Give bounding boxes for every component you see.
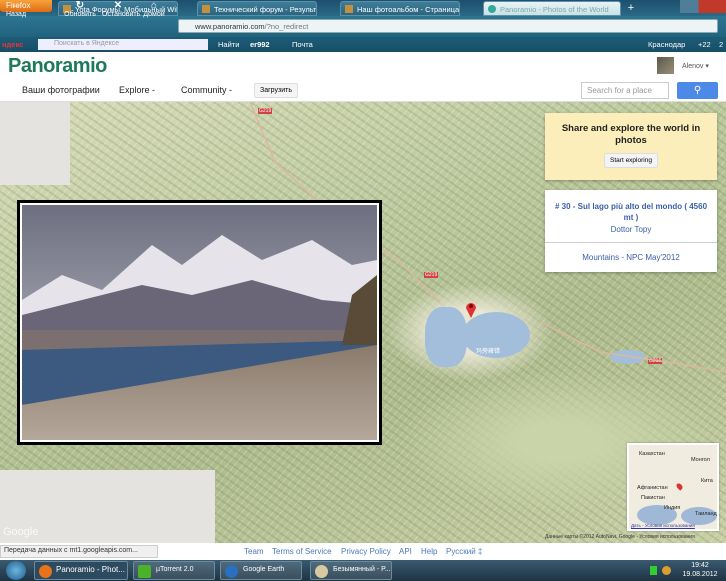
taskbar-item-paint[interactable]: Безымянный - P... [310,561,392,580]
address-bar[interactable]: www.panoramio.com/?no_redirect [178,19,718,33]
close-icon: ✕ [113,0,123,11]
minimap-label: Китa [701,478,713,484]
taskbar-item-firefox[interactable]: Panoramio - Phot... [34,561,128,580]
browser-tab-active[interactable]: Panoramio - Photos of the World [483,1,621,16]
photo-preview[interactable] [17,200,382,445]
yandex-search-input[interactable]: Поискать в Яндексе [38,39,208,50]
photo-image [22,205,377,440]
forward-button[interactable]: → [32,1,64,11]
task-label: Panoramio - Phot... [56,565,125,574]
utorrent-icon [138,565,151,578]
footer-link-help[interactable]: Help [421,547,437,556]
tab-title: Panoramio - Photos of the World [500,5,609,14]
yandex-logo[interactable]: ндекс [2,40,23,49]
browser-tab[interactable]: Технический форум - Результаты п... [197,1,317,16]
arrow-right-icon: → [43,0,53,11]
nav-community[interactable]: Community - [181,85,232,95]
favicon-icon [345,5,353,13]
taskbar-item-google-earth[interactable]: Google Earth [220,561,302,580]
yandex-find-button[interactable]: Найти [218,40,239,49]
battery-icon[interactable] [650,566,657,575]
start-button[interactable] [6,561,26,580]
back-label: Назад [5,11,27,18]
language-select[interactable]: Русский ‡ [446,547,482,556]
weather-city[interactable]: Краснодар [648,40,685,49]
start-exploring-button[interactable]: Start exploring [604,153,658,168]
reload-label: Обновить [64,11,96,18]
photo-group-link[interactable]: Mountains - NPC May'2012 [545,242,717,262]
username: Alenov [682,63,704,70]
promo-box: Share and explore the world in photos St… [545,113,717,180]
stop-button[interactable]: ✕ Остановить [102,0,140,19]
minimap-label: Афганистан [637,485,668,491]
firefox-icon [39,565,52,578]
google-logo: Google [3,526,39,538]
google-earth-icon [225,565,238,578]
search-button[interactable]: ⚲ [677,82,718,99]
reload-button[interactable]: ↻ Обновить [64,0,96,19]
minimap-label: Таиланд [695,511,717,517]
minimap-terms-link[interactable]: Дать - Условия использования [631,523,695,528]
minimap-label: Индия [664,505,681,511]
taskbar-item-utorrent[interactable]: µTorrent 2.0 [133,561,215,580]
yandex-extra: 2 [719,40,724,49]
photo-author-link[interactable]: Dottor Topy [545,225,717,234]
home-button[interactable]: ⌂ Домой [138,0,170,19]
nav-explore[interactable]: Explore - [119,85,155,95]
favicon-icon [202,5,210,13]
new-tab-button[interactable]: + [625,2,637,14]
task-label: µTorrent 2.0 [156,566,194,573]
tab-title: Наш фотоальбом - Страница 288 - ... [357,5,460,14]
map-marker-icon [675,482,684,491]
url-domain: www.panoramio.com [195,22,265,31]
weather-temp: +22 [698,40,711,49]
yandex-user[interactable]: er992 [250,40,270,49]
yandex-mail[interactable]: Почта [292,40,313,49]
back-button[interactable]: ← Назад [0,0,32,19]
stop-label: Остановить [102,11,141,18]
task-label: Google Earth [243,566,285,573]
clock[interactable]: 19:42 19.08.2012 [680,561,720,579]
footer-link-terms[interactable]: Terms of Service [272,547,332,556]
magnifier-icon: ⚲ [693,85,702,96]
reload-icon: ↻ [75,0,85,11]
clock-date: 19.08.2012 [682,571,718,578]
upload-button[interactable]: Загрузить [254,83,298,98]
home-label: Домой [143,11,165,18]
community-label: Community [181,85,227,95]
footer-link-privacy[interactable]: Privacy Policy [341,547,391,556]
url-path: /?no_redirect [264,22,309,31]
promo-title: Share and explore the world in photos [561,123,701,146]
overview-minimap[interactable]: Казахстан Монгол Китa Афганистан Пакиста… [627,443,719,531]
clock-time: 19:42 [691,562,709,569]
nav-your-photos[interactable]: Ваши фотографии [22,85,100,95]
arrow-left-icon: ← [11,0,21,11]
home-icon: ⌂ [150,0,158,11]
task-label: Безымянный - P... [333,566,391,573]
browser-tab[interactable]: Наш фотоальбом - Страница 288 - ... [340,1,460,16]
minimap-label: Казахстан [639,451,665,457]
tray-icon[interactable] [662,566,671,575]
paint-icon [315,565,328,578]
photo-title-link[interactable]: # 30 - Sul lago più alto del mondo ( 456… [545,190,717,223]
footer-link-team[interactable]: Team [244,547,264,556]
map-copyright[interactable]: Данные карты ©2012 AutoNavi, Google - Ус… [545,534,695,540]
photo-info-box: # 30 - Sul lago più alto del mondo ( 456… [545,190,717,272]
window-controls[interactable] [680,0,726,13]
minimap-label: Пакистан [641,495,665,501]
user-menu[interactable]: Alenov ▾ [682,62,709,70]
footer-link-api[interactable]: API [399,547,412,556]
minimap-label: Монгол [691,457,710,463]
explore-label: Explore [119,85,150,95]
place-search-input[interactable]: Search for a place [581,82,669,99]
status-message: Передача данных с mt1.googleapis.com... [0,545,158,558]
tab-title: Технический форум - Результаты п... [214,5,317,14]
panoramio-logo[interactable]: Panoramio [8,55,107,78]
loading-icon [488,5,496,13]
avatar[interactable] [657,57,674,74]
